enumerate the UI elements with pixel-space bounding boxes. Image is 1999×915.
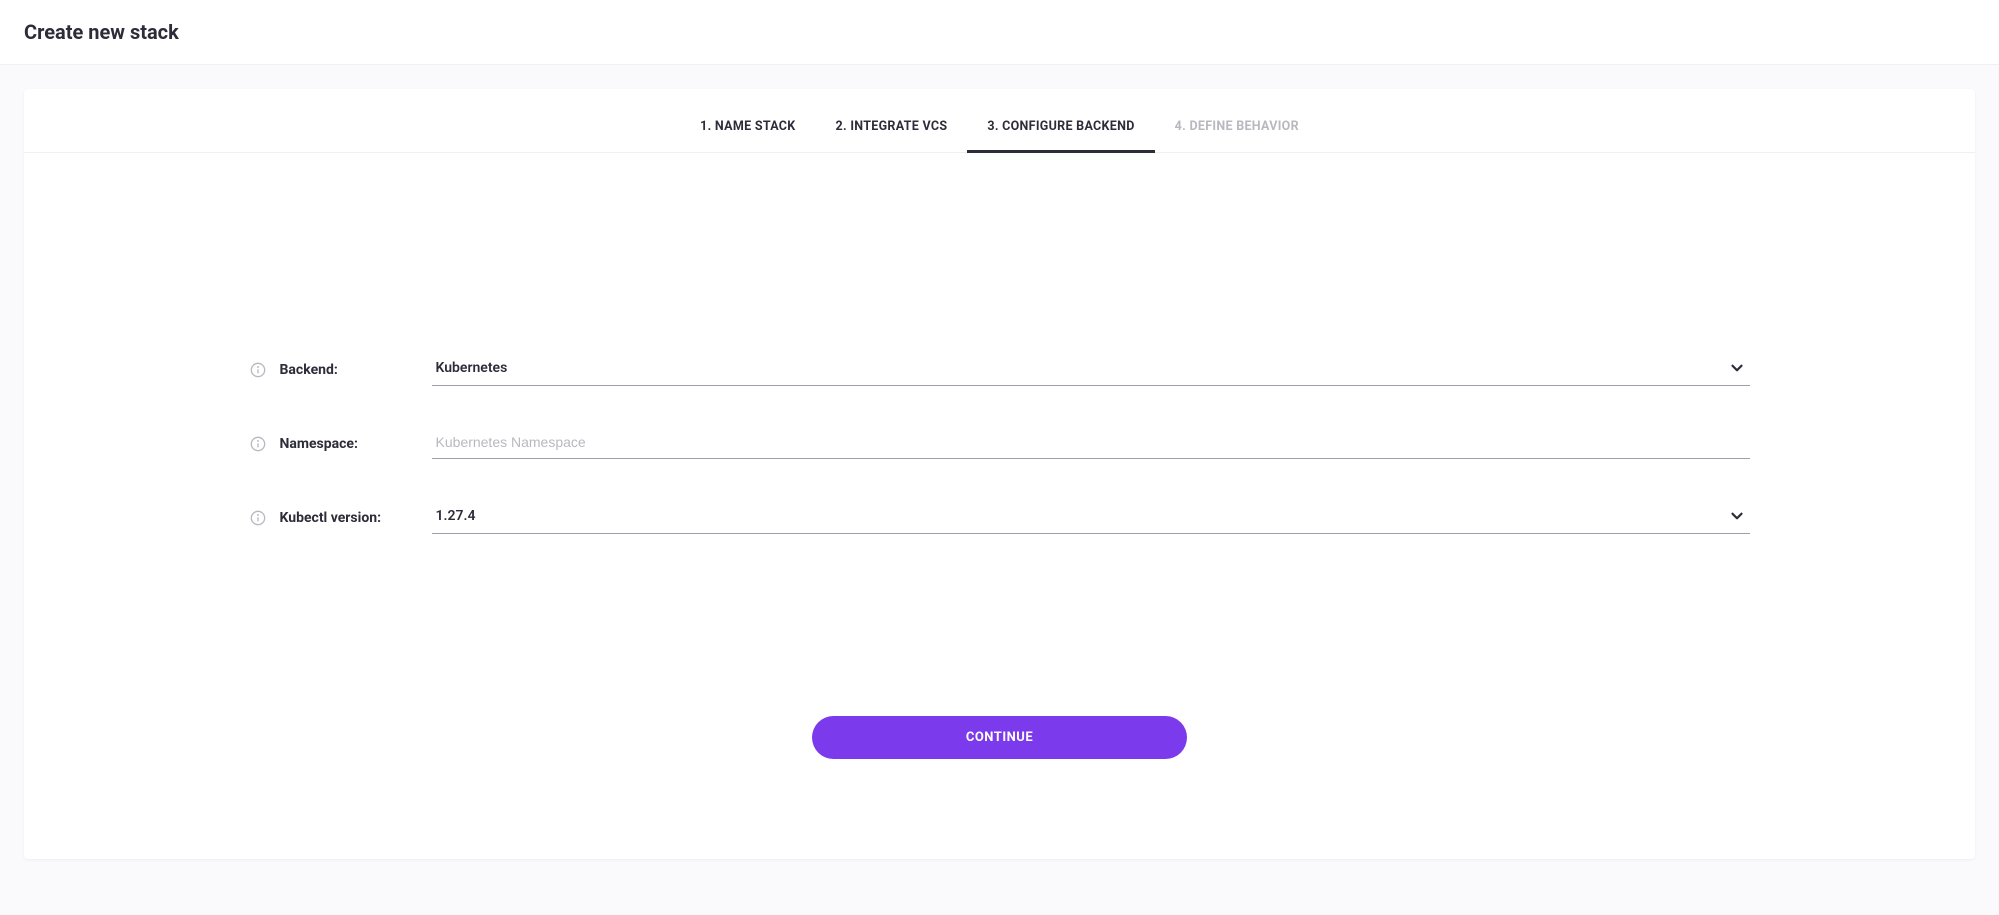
wizard-tabs: 1. NAME STACK 2. INTEGRATE VCS 3. CONFIG… [24, 89, 1975, 153]
backend-row: Backend: Kubernetes [250, 353, 1750, 386]
info-icon[interactable] [250, 362, 266, 378]
namespace-row: Namespace: [250, 428, 1750, 459]
namespace-input-wrap [432, 428, 1750, 459]
namespace-label: Namespace: [280, 436, 420, 452]
info-icon[interactable] [250, 436, 266, 452]
chevron-down-icon [1728, 507, 1746, 525]
kubectl-version-label: Kubectl version: [280, 510, 420, 526]
kubectl-version-row: Kubectl version: 1.27.4 [250, 501, 1750, 534]
kubectl-version-select[interactable]: 1.27.4 [432, 501, 1750, 534]
backend-value: Kubernetes [436, 360, 1728, 376]
backend-select[interactable]: Kubernetes [432, 353, 1750, 386]
info-icon[interactable] [250, 510, 266, 526]
form-section: Backend: Kubernetes [24, 153, 1975, 759]
page-header: Create new stack [0, 0, 1999, 65]
backend-label: Backend: [280, 362, 420, 378]
namespace-input[interactable] [436, 434, 1746, 450]
wizard-card: 1. NAME STACK 2. INTEGRATE VCS 3. CONFIG… [24, 89, 1975, 859]
tab-name-stack[interactable]: 1. NAME STACK [680, 103, 815, 153]
main-container: 1. NAME STACK 2. INTEGRATE VCS 3. CONFIG… [0, 65, 1999, 883]
kubectl-version-value: 1.27.4 [436, 508, 1728, 524]
chevron-down-icon [1728, 359, 1746, 377]
tab-integrate-vcs[interactable]: 2. INTEGRATE VCS [816, 103, 968, 153]
page-title: Create new stack [24, 20, 1975, 44]
tab-configure-backend[interactable]: 3. CONFIGURE BACKEND [967, 103, 1154, 153]
tab-define-behavior: 4. DEFINE BEHAVIOR [1155, 103, 1319, 153]
continue-wrap: CONTINUE [812, 716, 1187, 759]
continue-button[interactable]: CONTINUE [812, 716, 1187, 759]
